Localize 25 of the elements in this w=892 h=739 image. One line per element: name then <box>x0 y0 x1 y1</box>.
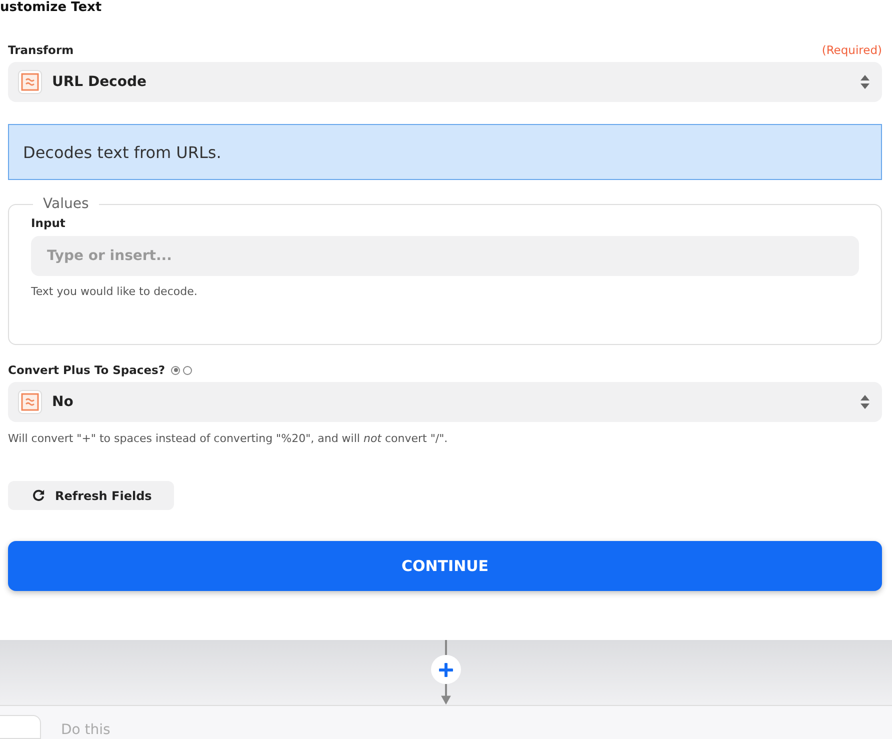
section-title: ustomize Text <box>0 0 103 16</box>
plus-icon <box>439 662 453 677</box>
refresh-icon <box>32 489 45 502</box>
sort-arrows-icon <box>860 74 870 90</box>
step-label: Do this <box>61 722 110 739</box>
radio-button[interactable] <box>183 366 192 374</box>
continue-button[interactable]: CONTINUE <box>8 541 882 591</box>
field-label: Input <box>31 216 66 230</box>
select-field[interactable]: URL Decode <box>8 62 882 102</box>
add-step-button[interactable] <box>431 655 461 684</box>
down-arrow-icon <box>441 684 451 705</box>
panel-legend: Values <box>33 196 99 212</box>
required-label: (Required) <box>822 43 882 57</box>
help-text: Will convert "+" to spaces instead of converting "%20", and will not convert "/". <box>8 432 449 445</box>
radio-button[interactable] <box>171 366 180 374</box>
sort-arrows-icon <box>860 394 870 410</box>
description-box: Decodes text from URLs. <box>8 124 882 180</box>
field-label: Transform <box>8 43 74 57</box>
app-icon <box>18 70 42 94</box>
help-text: Text you would like to decode. <box>31 285 198 298</box>
input-field[interactable]: Type or insert... <box>31 236 859 276</box>
refresh-fields-button[interactable]: Refresh Fields <box>8 481 174 510</box>
app-icon <box>18 390 42 414</box>
field-label: Convert Plus To Spaces? <box>8 363 166 377</box>
select-field[interactable]: No <box>8 382 882 422</box>
